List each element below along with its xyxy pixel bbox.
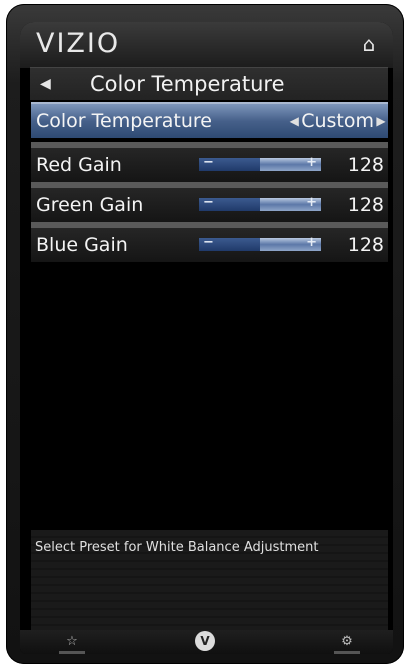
vizio-logo: VIZIO — [36, 28, 121, 59]
green-gain-row[interactable]: Green Gain − + 128 — [31, 182, 388, 222]
color-temperature-row[interactable]: Color Temperature ◀ Custom ▶ — [31, 102, 388, 138]
red-gain-label: Red Gain — [36, 154, 122, 176]
blue-gain-value: 128 — [347, 234, 384, 256]
star-underline — [59, 651, 85, 654]
chevron-left-icon[interactable]: ◀ — [289, 114, 299, 128]
red-gain-slider[interactable]: − + — [199, 155, 321, 171]
gear-underline — [334, 651, 360, 654]
menu-screen: VIZIO ⌂ ◀ Color Temperature Color Temper… — [20, 22, 393, 654]
help-panel: Select Preset for White Balance Adjustme… — [31, 530, 388, 630]
top-bar: VIZIO ⌂ — [20, 22, 393, 68]
vizio-v-icon[interactable]: V — [195, 631, 215, 651]
gear-icon[interactable]: ⚙ — [335, 632, 359, 652]
blue-gain-row[interactable]: Blue Gain − + 128 — [31, 222, 388, 262]
green-gain-slider[interactable]: − + — [199, 195, 321, 211]
minus-icon[interactable]: − — [203, 195, 214, 211]
page-title: Color Temperature — [90, 72, 285, 96]
help-text: Select Preset for White Balance Adjustme… — [35, 540, 319, 555]
color-temperature-label: Color Temperature — [36, 110, 213, 132]
plus-icon[interactable]: + — [306, 195, 317, 211]
blue-gain-slider[interactable]: − + — [199, 235, 321, 251]
plus-icon[interactable]: + — [306, 155, 317, 171]
blue-gain-label: Blue Gain — [36, 234, 128, 256]
color-temperature-value: Custom — [301, 110, 374, 132]
minus-icon[interactable]: − — [203, 155, 214, 171]
green-gain-label: Green Gain — [36, 194, 144, 216]
minus-icon[interactable]: − — [203, 235, 214, 251]
color-temperature-selector[interactable]: ◀ Custom ▶ — [289, 108, 386, 134]
bottom-bar: ☆ V ⚙ — [20, 630, 393, 654]
chevron-right-icon[interactable]: ▶ — [376, 114, 386, 128]
plus-icon[interactable]: + — [306, 235, 317, 251]
remote-app-frame: VIZIO ⌂ ◀ Color Temperature Color Temper… — [6, 4, 404, 664]
red-gain-value: 128 — [347, 154, 384, 176]
green-gain-value: 128 — [347, 194, 384, 216]
red-gain-row[interactable]: Red Gain − + 128 — [31, 142, 388, 182]
home-icon[interactable]: ⌂ — [357, 33, 381, 55]
star-icon[interactable]: ☆ — [60, 632, 84, 652]
back-arrow-icon[interactable]: ◀ — [40, 72, 60, 96]
breadcrumb: ◀ Color Temperature — [30, 67, 388, 100]
